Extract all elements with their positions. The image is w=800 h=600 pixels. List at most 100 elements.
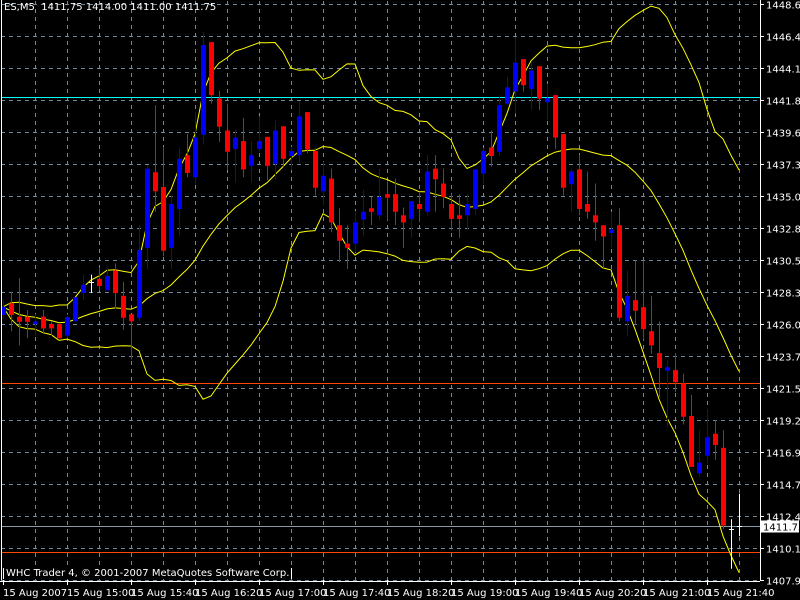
time-label: 15 Aug 17:40	[323, 588, 390, 599]
open-value: 1411.75	[41, 2, 83, 13]
candle-body	[177, 158, 182, 209]
price-label: 1437.35	[766, 161, 800, 172]
candle	[305, 112, 310, 154]
candle	[625, 270, 630, 336]
candle-body	[25, 316, 30, 322]
candle-body	[449, 204, 454, 219]
candle-body	[369, 208, 374, 212]
price-label: 1441.85	[766, 97, 800, 108]
price-chart[interactable]: 1448.65 1446.40 1444.15 1441.85 1439.60 1437.…	[0, 0, 800, 600]
candle-body	[465, 204, 470, 216]
candle	[577, 154, 582, 216]
candle-body	[81, 284, 86, 294]
price-label: 1448.65	[766, 1, 800, 12]
candle-body	[481, 151, 486, 174]
candle	[409, 201, 414, 238]
candle-body	[633, 300, 638, 311]
candle-body	[625, 295, 630, 322]
price-label: 1446.40	[766, 33, 800, 44]
candle	[705, 408, 710, 464]
candle	[433, 155, 438, 212]
candle-body	[361, 211, 366, 220]
candle	[345, 225, 350, 270]
price-label: 1426.00	[766, 321, 800, 332]
candle	[225, 103, 230, 171]
candle-body	[65, 317, 70, 336]
bollinger-band-upper	[2, 5, 740, 308]
price-label: 1414.70	[766, 481, 800, 492]
price-label: 1428.30	[766, 289, 800, 300]
time-label: 15 Aug 15:00	[67, 588, 134, 599]
candle	[521, 59, 526, 92]
candle	[81, 274, 86, 301]
axes: 1448.65 1446.40 1444.15 1441.85 1439.60 1437.…	[0, 0, 800, 599]
candle	[697, 430, 702, 477]
time-label: 15 Aug 19:00	[451, 588, 518, 599]
candle-body	[297, 116, 302, 156]
candle	[321, 161, 326, 206]
candle-body	[577, 169, 582, 209]
candle-body	[41, 316, 46, 329]
candle	[89, 274, 94, 294]
candle-body	[337, 225, 342, 241]
candle-body	[233, 137, 238, 149]
candle-body	[353, 222, 358, 244]
candle-body	[345, 243, 350, 248]
candle-body	[417, 204, 422, 209]
price-label: 1407.90	[766, 577, 800, 588]
close-value: 1411.75	[174, 2, 217, 13]
candle	[569, 168, 574, 212]
candle-body	[713, 433, 718, 446]
candle	[473, 169, 478, 216]
candle-body	[385, 194, 390, 198]
candle-body	[305, 112, 310, 150]
candle-body	[377, 196, 382, 216]
time-label: 15 Aug 15:40	[131, 588, 198, 599]
candle	[441, 168, 446, 209]
candle	[217, 90, 222, 142]
candle-body	[281, 126, 286, 159]
candle	[513, 37, 518, 114]
candle-body	[193, 137, 198, 178]
candle-body	[657, 353, 662, 368]
time-label: 15 Aug 21:00	[643, 588, 710, 599]
candle-body	[665, 367, 670, 371]
candle	[241, 117, 246, 178]
candle-body	[289, 151, 294, 156]
candle	[49, 321, 54, 336]
candle	[289, 146, 294, 171]
candle-body	[601, 225, 606, 237]
time-label: 15 Aug 20:20	[579, 588, 646, 599]
price-label: 1439.60	[766, 129, 800, 140]
candle	[617, 208, 622, 322]
candle-body	[569, 171, 574, 185]
candle-body	[225, 130, 230, 152]
candle	[593, 183, 598, 241]
candle	[673, 353, 678, 393]
candle	[65, 314, 70, 339]
price-label: 1410.15	[766, 545, 800, 556]
candle-body	[185, 155, 190, 173]
candle	[9, 291, 14, 332]
candle-body	[265, 136, 270, 166]
candle	[129, 314, 134, 360]
candle-body	[137, 249, 142, 318]
candle	[657, 321, 662, 397]
candle	[369, 196, 374, 226]
candle	[153, 105, 158, 212]
candle	[137, 225, 142, 322]
candle	[353, 211, 358, 253]
candle-body	[241, 141, 246, 170]
candle-body	[145, 168, 150, 248]
candle	[249, 141, 254, 183]
candle	[505, 76, 510, 106]
candle	[665, 360, 670, 428]
price-label: 1430.55	[766, 257, 800, 268]
time-label: 15 Aug 21:40	[707, 588, 774, 599]
candle-body	[641, 307, 646, 330]
price-label: 1421.50	[766, 385, 800, 396]
candle-body	[49, 324, 54, 329]
price-label: 1444.15	[766, 65, 800, 76]
candle	[233, 129, 238, 183]
candle-body	[329, 178, 334, 223]
